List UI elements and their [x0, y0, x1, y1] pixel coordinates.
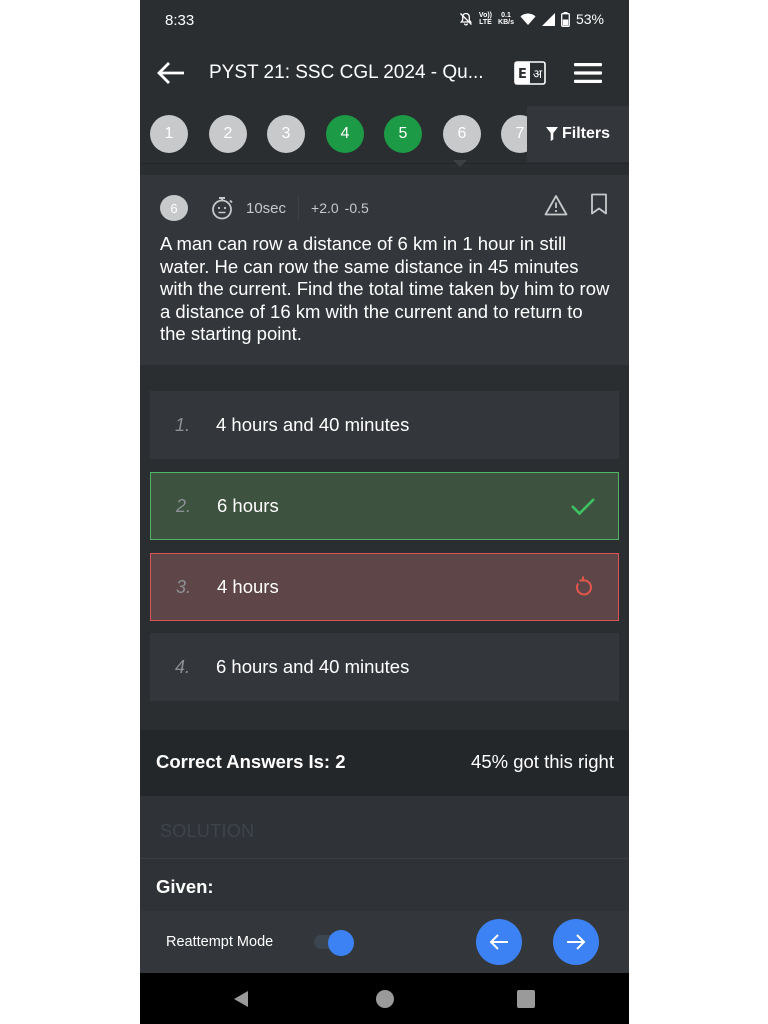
hamburger-menu-icon[interactable] — [574, 62, 602, 84]
bookmark-icon[interactable] — [590, 193, 608, 215]
option-number: 1. — [175, 414, 191, 435]
question-bubble-1[interactable]: 1 — [150, 115, 188, 153]
solution-divider — [140, 858, 629, 859]
network-speed: 0.1 KB/s — [498, 12, 514, 26]
option-3-wrong[interactable]: 3. 4 hours — [150, 553, 619, 621]
previous-question-button[interactable] — [476, 919, 522, 965]
question-bubble-6[interactable]: 6 — [443, 115, 481, 153]
option-2-correct[interactable]: 2. 6 hours — [150, 472, 619, 540]
option-4[interactable]: 4. 6 hours and 40 minutes — [150, 633, 619, 701]
speed-unit: KB/s — [498, 19, 514, 26]
stopwatch-icon — [212, 197, 233, 220]
arrow-right-icon — [567, 934, 586, 950]
option-1[interactable]: 1. 4 hours and 40 minutes — [150, 391, 619, 459]
checkmark-icon — [571, 498, 595, 516]
volte-top-text: Vo)) — [478, 12, 493, 19]
percent-right-text: 45% got this right — [471, 751, 614, 772]
status-time: 8:33 — [165, 12, 195, 29]
system-recents-icon[interactable] — [517, 990, 535, 1008]
question-bubble-2[interactable]: 2 — [209, 115, 247, 153]
bottom-toolbar: Reattempt Mode — [140, 911, 629, 973]
meta-divider — [298, 195, 300, 221]
question-navigator: 1 2 3 4 5 6 7 Filters — [140, 106, 629, 164]
page-title: PYST 21: SSC CGL 2024 - Qu... — [209, 62, 484, 83]
phone-screen: 8:33 Vo)) LTE 0.1 KB/s 53% PYST 21: SSC … — [140, 0, 629, 1024]
language-toggle-icon[interactable]: E अ — [514, 60, 546, 86]
question-number-badge: 6 — [160, 195, 188, 221]
toggle-knob — [328, 930, 354, 956]
correct-answer-text: Correct Answers Is: 2 — [156, 751, 346, 772]
reattempt-mode-toggle[interactable] — [312, 930, 356, 956]
app-bar: PYST 21: SSC CGL 2024 - Qu... E अ — [140, 40, 629, 106]
cell-signal-icon — [541, 12, 555, 26]
option-text: 4 hours — [217, 576, 279, 597]
option-number: 3. — [176, 576, 192, 597]
arrow-left-icon — [489, 934, 508, 950]
solution-section: SOLUTION Given: — [140, 796, 629, 911]
volte-indicator: Vo)) LTE — [479, 12, 492, 26]
lang-hindi-letter: अ — [533, 67, 543, 81]
question-meta: 6 10sec +2.0 -0.5 — [160, 195, 369, 221]
report-warning-icon[interactable] — [544, 194, 568, 216]
current-question-caret — [453, 160, 467, 167]
question-bubble-5[interactable]: 5 — [384, 115, 422, 153]
next-question-button[interactable] — [553, 919, 599, 965]
option-text: 6 hours and 40 minutes — [216, 656, 410, 677]
battery-icon — [561, 11, 570, 27]
reattempt-mode-label: Reattempt Mode — [166, 934, 274, 950]
status-icons: Vo)) LTE 0.1 KB/s 53% — [459, 11, 604, 27]
filter-funnel-icon — [545, 127, 558, 141]
time-taken: 10sec — [246, 199, 287, 217]
option-number: 2. — [176, 495, 192, 516]
system-back-icon[interactable] — [232, 990, 250, 1008]
filters-label: Filters — [561, 125, 610, 142]
option-text: 6 hours — [217, 495, 279, 516]
filters-button[interactable]: Filters — [527, 106, 629, 162]
battery-percent: 53% — [575, 11, 604, 27]
negative-marks: -0.5 — [344, 200, 369, 216]
wifi-icon — [520, 13, 536, 25]
status-bar: 8:33 Vo)) LTE 0.1 KB/s 53% — [140, 0, 629, 40]
mute-bell-icon — [459, 12, 472, 26]
question-card: 6 10sec +2.0 -0.5 A man can row a distan… — [140, 175, 629, 365]
answer-summary: Correct Answers Is: 2 45% got this right — [140, 730, 629, 796]
volte-bottom-text: LTE — [479, 19, 492, 26]
question-text: A man can row a distance of 6 km in 1 ho… — [160, 233, 610, 344]
given-label: Given: — [156, 876, 214, 897]
option-text: 4 hours and 40 minutes — [216, 414, 410, 435]
question-bubble-3[interactable]: 3 — [267, 115, 305, 153]
speed-value: 0.1 — [501, 12, 511, 19]
solution-heading: SOLUTION — [160, 821, 255, 841]
system-navigation-bar — [140, 973, 629, 1024]
question-bubble-4[interactable]: 4 — [326, 115, 364, 153]
retry-icon — [576, 576, 592, 596]
positive-marks: +2.0 — [311, 200, 339, 216]
lang-english-letter: E — [518, 67, 527, 82]
option-number: 4. — [175, 656, 191, 677]
system-home-icon[interactable] — [376, 990, 394, 1008]
back-arrow-icon[interactable] — [154, 58, 188, 88]
